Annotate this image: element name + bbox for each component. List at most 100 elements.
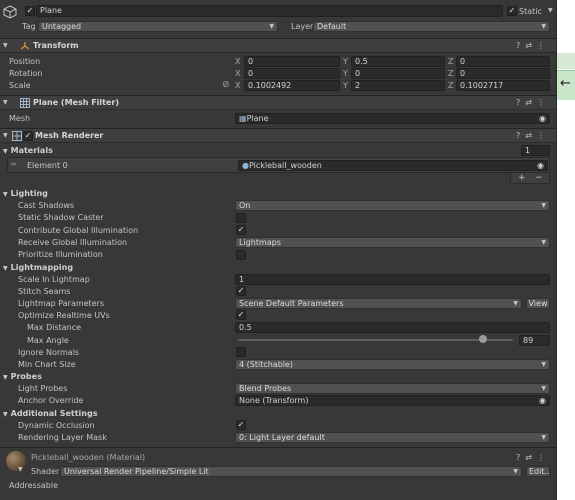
max-angle-slider-track[interactable] bbox=[238, 339, 513, 341]
materials-count-field[interactable]: 1 bbox=[521, 145, 550, 156]
help-icon[interactable]: ? bbox=[516, 98, 525, 107]
active-checkbox[interactable]: ✓ bbox=[25, 6, 35, 16]
axis-x-label: X bbox=[235, 81, 241, 90]
scale-z-field[interactable]: 0.1002717 bbox=[456, 80, 550, 91]
shader-label: Shader bbox=[31, 467, 60, 476]
axis-z-label: Z bbox=[448, 57, 454, 66]
transform-header[interactable]: ▼ Transform ?⇄⋮ bbox=[0, 38, 556, 53]
more-options-icon[interactable]: ⋮ bbox=[537, 453, 550, 462]
material-foldout-icon[interactable]: ▼ bbox=[18, 466, 23, 473]
position-y-field[interactable]: 0.5 bbox=[351, 56, 445, 67]
lightmap-parameters-dropdown[interactable]: Scene Default Parameters ▼ bbox=[235, 298, 522, 309]
view-button[interactable]: View bbox=[526, 298, 550, 309]
scale-in-lightmap-field[interactable]: 1 bbox=[235, 274, 550, 285]
object-name-field[interactable]: Plane bbox=[36, 5, 503, 17]
contribute-gi-label: Contribute Global Illumination bbox=[18, 226, 139, 235]
static-checkbox[interactable]: ✓ bbox=[507, 6, 517, 16]
section-divider bbox=[0, 447, 556, 448]
addressable-label: Addressable bbox=[9, 481, 58, 490]
foldout-arrow-icon[interactable]: ▼ bbox=[3, 132, 8, 139]
more-options-icon[interactable]: ⋮ bbox=[537, 98, 550, 107]
anchor-override-field[interactable]: None (Transform) ◉ bbox=[235, 395, 550, 406]
rotation-x-field[interactable]: 0 bbox=[244, 68, 340, 79]
remove-element-button[interactable]: − bbox=[535, 173, 543, 183]
rotation-y-field[interactable]: 0 bbox=[351, 68, 445, 79]
rendering-layer-mask-dropdown[interactable]: 0: Light Layer default ▼ bbox=[235, 432, 550, 443]
foldout-arrow-icon[interactable]: ▼ bbox=[3, 42, 8, 49]
inspector-panel: ✓ Plane ✓ Static ▼ Tag Untagged ▼ Layer D… bbox=[0, 0, 556, 500]
contribute-gi-checkbox[interactable]: ✓ bbox=[236, 225, 246, 235]
optimize-uvs-label: Optimize Realtime UVs bbox=[18, 311, 110, 320]
prioritize-illumination-label: Prioritize Illumination bbox=[18, 250, 103, 259]
position-x-field[interactable]: 0 bbox=[244, 56, 340, 67]
cast-shadows-label: Cast Shadows bbox=[18, 201, 75, 210]
foldout-arrow-icon[interactable]: ▼ bbox=[3, 374, 8, 381]
max-angle-slider-thumb[interactable] bbox=[478, 335, 487, 343]
material-header-icons[interactable]: ?⇄⋮ bbox=[516, 453, 550, 463]
foldout-arrow-icon[interactable]: ▼ bbox=[3, 191, 8, 198]
component-header-icons[interactable]: ?⇄⋮ bbox=[516, 98, 550, 108]
lightmapping-foldout[interactable]: ▼ Lightmapping bbox=[3, 263, 73, 274]
presets-icon[interactable]: ⇄ bbox=[525, 453, 537, 462]
presets-icon[interactable]: ⇄ bbox=[525, 41, 537, 50]
foldout-arrow-icon[interactable]: ▼ bbox=[3, 99, 8, 106]
mesh-renderer-header[interactable]: ▼ ✓ Mesh Renderer ?⇄⋮ bbox=[0, 128, 556, 143]
stitch-seams-checkbox[interactable]: ✓ bbox=[236, 286, 246, 296]
dynamic-occlusion-label: Dynamic Occlusion bbox=[18, 421, 95, 430]
prioritize-illumination-checkbox[interactable] bbox=[236, 250, 246, 260]
help-icon[interactable]: ? bbox=[516, 41, 525, 50]
lighting-foldout[interactable]: ▼ Lighting bbox=[3, 189, 48, 200]
help-icon[interactable]: ? bbox=[516, 453, 525, 462]
scene-tab[interactable] bbox=[557, 53, 575, 69]
mesh-renderer-enabled-checkbox[interactable]: ✓ bbox=[23, 131, 33, 141]
max-angle-field[interactable]: 89 bbox=[519, 335, 550, 346]
rotation-z-field[interactable]: 0 bbox=[456, 68, 550, 79]
help-icon[interactable]: ? bbox=[516, 131, 525, 140]
back-arrow-icon[interactable]: ← bbox=[560, 76, 571, 91]
mesh-filter-header[interactable]: ▼ Plane (Mesh Filter) ?⇄⋮ bbox=[0, 95, 556, 110]
chevron-down-icon: ▼ bbox=[541, 239, 546, 246]
receive-gi-dropdown[interactable]: Lightmaps ▼ bbox=[235, 237, 550, 248]
mesh-field[interactable]: ▦Plane ◉ bbox=[235, 113, 550, 124]
more-options-icon[interactable]: ⋮ bbox=[537, 131, 550, 140]
foldout-arrow-icon[interactable]: ▼ bbox=[3, 411, 8, 418]
additional-settings-foldout[interactable]: ▼ Additional Settings bbox=[3, 409, 97, 420]
shader-dropdown[interactable]: Universal Render Pipeline/Simple Lit ▼ bbox=[60, 466, 522, 477]
component-header-icons[interactable]: ?⇄⋮ bbox=[516, 131, 550, 141]
min-chart-size-dropdown[interactable]: 4 (Stitchable) ▼ bbox=[235, 359, 550, 370]
foldout-arrow-icon[interactable]: ▼ bbox=[3, 148, 8, 155]
axis-y-label: Y bbox=[343, 81, 348, 90]
object-picker-icon[interactable]: ◉ bbox=[539, 114, 546, 123]
scale-x-field[interactable]: 0.1002492 bbox=[244, 80, 340, 91]
cast-shadows-dropdown[interactable]: On ▼ bbox=[235, 200, 550, 211]
foldout-arrow-icon[interactable]: ▼ bbox=[3, 265, 8, 272]
dynamic-occlusion-checkbox[interactable]: ✓ bbox=[236, 420, 246, 430]
object-picker-icon[interactable]: ◉ bbox=[537, 161, 544, 170]
presets-icon[interactable]: ⇄ bbox=[525, 131, 537, 140]
probes-foldout[interactable]: ▼ Probes bbox=[3, 372, 42, 383]
light-probes-dropdown[interactable]: Blend Probes ▼ bbox=[235, 383, 550, 394]
materials-foldout[interactable]: ▼ Materials bbox=[3, 146, 53, 157]
add-element-button[interactable]: + bbox=[518, 173, 526, 183]
light-probes-label: Light Probes bbox=[18, 384, 68, 393]
scale-y-field[interactable]: 2 bbox=[351, 80, 445, 91]
link-icon[interactable]: ⊘ bbox=[222, 80, 230, 90]
presets-icon[interactable]: ⇄ bbox=[525, 98, 537, 107]
tag-dropdown[interactable]: Untagged ▼ bbox=[38, 21, 278, 32]
component-header-icons[interactable]: ?⇄⋮ bbox=[516, 41, 550, 51]
max-distance-field[interactable]: 0.5 bbox=[235, 322, 550, 333]
material-element-field[interactable]: ●Pickleball_wooden ◉ bbox=[238, 160, 548, 171]
drag-handle-icon[interactable]: ═ bbox=[11, 160, 16, 169]
ignore-normals-checkbox[interactable] bbox=[236, 347, 246, 357]
optimize-uvs-checkbox[interactable]: ✓ bbox=[236, 310, 246, 320]
layer-dropdown[interactable]: Default ▼ bbox=[313, 21, 550, 32]
position-z-field[interactable]: 0 bbox=[456, 56, 550, 67]
more-options-icon[interactable]: ⋮ bbox=[537, 41, 550, 50]
mesh-filter-title: Plane (Mesh Filter) bbox=[33, 98, 119, 107]
edit-shader-button[interactable]: Edit... bbox=[526, 466, 550, 477]
rotation-label: Rotation bbox=[9, 69, 43, 78]
material-preview bbox=[6, 451, 26, 471]
static-dropdown-icon[interactable]: ▼ bbox=[548, 7, 553, 14]
static-shadow-caster-checkbox[interactable] bbox=[236, 213, 246, 223]
object-picker-icon[interactable]: ◉ bbox=[539, 396, 546, 405]
